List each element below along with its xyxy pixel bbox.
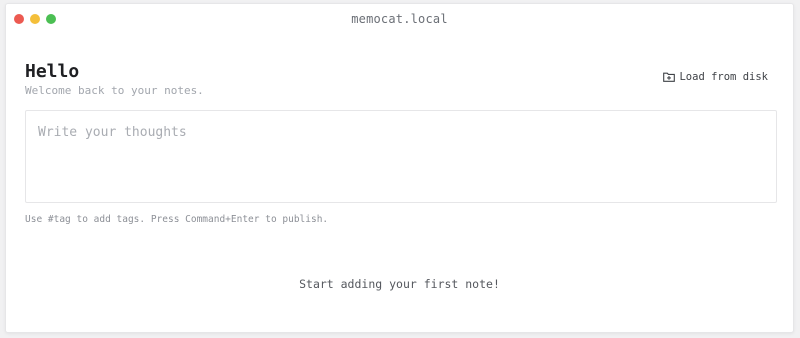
app-window: memocat.local Hello Welcome back to your… <box>5 3 794 333</box>
load-from-disk-label: Load from disk <box>679 71 768 83</box>
empty-notes-message: Start adding your first note! <box>299 277 500 291</box>
composer-hint: Use #tag to add tags. Press Command+Ente… <box>25 214 329 225</box>
load-from-disk-button[interactable]: Load from disk <box>663 71 768 83</box>
page-title: Hello <box>25 61 80 82</box>
folder-plus-icon <box>663 72 676 82</box>
note-editor <box>25 110 777 203</box>
title-bar: memocat.local <box>6 4 793 34</box>
note-input[interactable] <box>26 111 776 202</box>
window-title: memocat.local <box>351 12 448 26</box>
page-subtitle: Welcome back to your notes. <box>25 84 204 97</box>
